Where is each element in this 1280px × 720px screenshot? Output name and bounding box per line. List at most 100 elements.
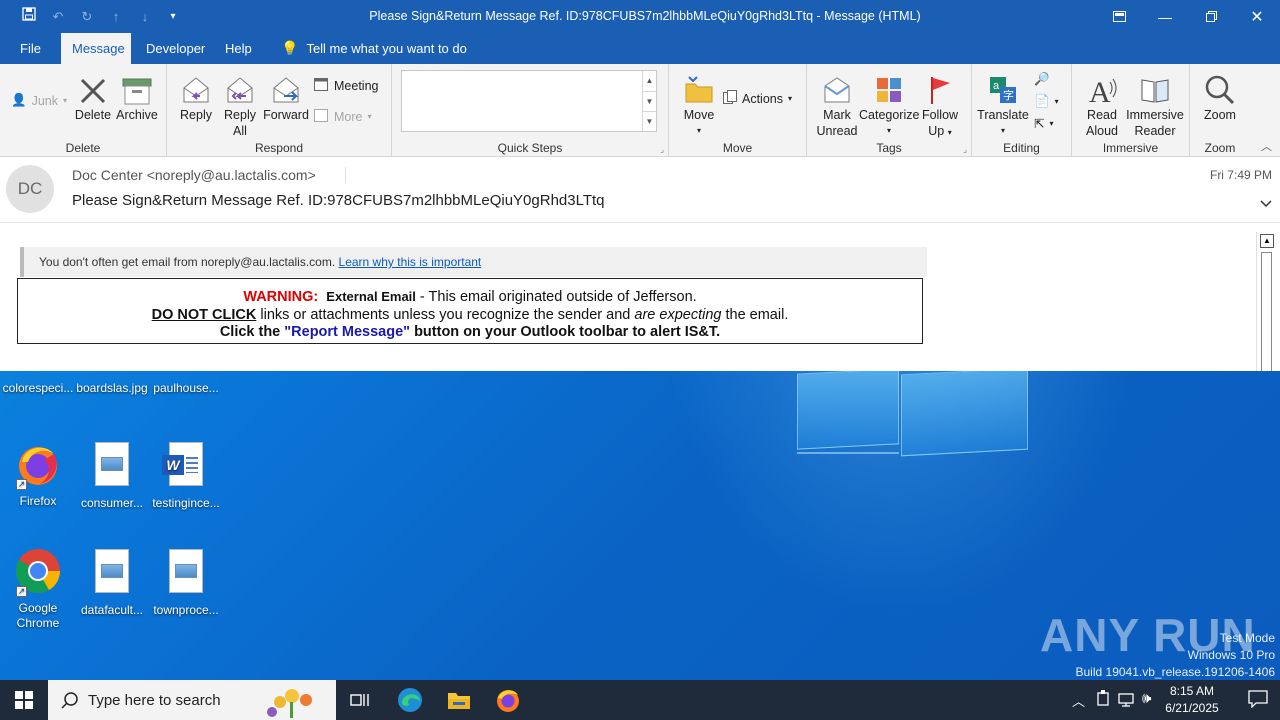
external-email-warning: WARNING: External Email - This email ori… [17,278,923,344]
svg-text:字: 字 [1003,88,1014,102]
divider [345,167,346,183]
dialog-launcher-icon[interactable]: ⌟ [963,145,967,154]
network-icon[interactable] [1118,691,1134,712]
scroll-up-icon[interactable]: ▲ [1260,234,1274,248]
reply-button[interactable]: Reply [176,70,216,123]
junk-button[interactable]: 👤 Junk ▾ [11,93,67,108]
desktop-icon-firefox[interactable]: ↗ Firefox [0,440,76,509]
tags-group: Mark Unread Categorize ▾ Follow Up ▾ Tag… [807,64,972,157]
desktop-icon-file[interactable]: townproce... [148,547,224,618]
scroll-down-icon[interactable]: ▼ [642,91,656,111]
delete-button[interactable]: Delete [73,70,113,123]
learn-why-link[interactable]: Learn why this is important [339,255,482,269]
meeting-button[interactable]: Meeting [314,77,378,94]
scroll-thumb[interactable] [1261,252,1272,371]
select-button[interactable]: ⇱ ▾ [1034,116,1054,131]
chevron-up-icon[interactable]: ︿ [1072,691,1085,710]
find-button[interactable]: 🔎 [1034,72,1050,87]
desktop-icon-label: Firefox [19,494,57,508]
tab-file[interactable]: File [9,33,52,64]
chevron-down-icon[interactable] [1260,197,1272,211]
dialog-launcher-icon[interactable]: ⌟ [660,145,664,154]
taskbar-search-box[interactable]: Type here to search [48,680,336,720]
sender[interactable]: Doc Center <noreply@au.lactalis.com> [72,167,316,183]
actions-button[interactable]: Actions ▾ [723,90,792,107]
gallery-more-icon[interactable]: ▼ [642,111,656,131]
delete-icon [73,70,113,106]
related-icon: 📄 [1034,94,1050,108]
volume-icon[interactable]: 🕪 [1142,690,1151,707]
read-aloud-label: Aloud [1086,124,1118,138]
warning-line-2: DO NOT CLICK links or attachments unless… [18,307,922,325]
desktop-icon-chrome[interactable]: ↗ Google Chrome [0,547,76,631]
desktop-icon-label: boardslas.jpg [76,381,148,395]
avatar[interactable]: DC [6,165,54,213]
window-title: Please Sign&Return Message Ref. ID:978CF… [369,9,921,23]
warning-text: - This email originated outside of Jeffe… [415,289,697,305]
message-header: DC Doc Center <noreply@au.lactalis.com> … [0,157,1280,223]
reply-all-button[interactable]: Reply All [220,70,260,139]
collapse-ribbon-icon[interactable]: ︿ [1261,138,1272,154]
magnifier-icon [1198,70,1242,106]
forward-button[interactable]: Forward [263,70,309,123]
start-button[interactable] [0,680,48,720]
desktop-icon-file[interactable]: colorespeci... [0,381,76,396]
read-aloud-icon: A [1080,70,1124,106]
desktop-icon-file[interactable]: datafacult... [74,547,150,618]
edge-taskbar-button[interactable] [386,680,434,720]
close-button[interactable]: ✕ [1234,0,1280,33]
vertical-scrollbar[interactable]: ▲ [1256,232,1280,371]
task-view-button[interactable] [336,680,384,720]
restore-button[interactable] [1188,0,1234,33]
tell-me-search[interactable]: 💡 Tell me what you want to do [270,33,478,64]
categorize-button[interactable]: Categorize ▾ [859,70,919,139]
more-respond-button[interactable]: More ▾ [314,108,372,125]
read-aloud-button[interactable]: A Read Aloud [1080,70,1124,139]
minimize-button[interactable]: — [1142,0,1188,33]
desktop-icon-file[interactable]: paulhouse... [148,381,224,396]
desktop-icon-file[interactable]: boardslas.jpg [74,381,150,396]
related-button[interactable]: 📄 ▾ [1034,94,1059,109]
more-icon [314,108,329,125]
warning-text: links or attachments unless you recogniz… [256,306,635,323]
warning-text: Click the [219,324,285,340]
translate-button[interactable]: a字 Translate ▾ [976,70,1030,139]
warning-text: are expecting [634,306,722,323]
archive-button[interactable]: Archive [114,70,160,123]
reply-icon [176,70,216,106]
group-label: Delete [65,141,101,155]
system-tray: ︿ 🕪 8:15 AM 6/21/2025 [1060,680,1280,720]
safety-info-bar: You don't often get email from noreply@a… [20,247,927,277]
zoom-group: Zoom Zoom [1190,64,1250,157]
reply-all-label: Reply [224,108,256,122]
mark-unread-button[interactable]: Mark Unread [815,70,859,139]
device-icon[interactable] [1096,690,1110,713]
forward-label: Forward [263,108,309,122]
group-label: Tags [876,141,902,155]
follow-up-button[interactable]: Follow Up ▾ [919,70,961,141]
firefox-taskbar-button[interactable] [484,680,532,720]
warning-line-1: WARNING: External Email - This email ori… [18,288,922,307]
zoom-button[interactable]: Zoom [1198,70,1242,123]
tab-help[interactable]: Help [214,33,263,64]
message-date: Fri 7:49 PM [1209,168,1272,182]
group-label: Respond [254,141,304,155]
editing-group: a字 Translate ▾ 🔎 📄 ▾ ⇱ ▾ Editing [972,64,1072,157]
actions-label: Actions [742,91,783,106]
immersive-reader-button[interactable]: Immersive Reader [1124,70,1186,139]
scroll-up-icon[interactable]: ▲ [642,71,656,91]
file-explorer-taskbar-button[interactable] [435,680,483,720]
move-button[interactable]: Move ▾ [681,70,717,139]
immersive-group: A Read Aloud Immersive Reader Immersive [1072,64,1190,157]
quick-steps-gallery[interactable]: ▲ ▼ ▼ [401,70,657,132]
immersive-reader-label: Immersive [1126,108,1184,122]
desktop-icon-file[interactable]: W testingince... [148,440,224,511]
notifications-icon[interactable] [1248,690,1268,713]
clock[interactable]: 8:15 AM 6/21/2025 [1152,683,1232,717]
tab-message[interactable]: Message [61,33,131,64]
tab-developer[interactable]: Developer [135,33,216,64]
categorize-icon [859,70,919,106]
desktop-icon-file[interactable]: consumer... [74,440,150,511]
warning-text: button on your Outlook toolbar to alert … [410,324,721,340]
ribbon-display-options-icon[interactable] [1096,0,1142,33]
